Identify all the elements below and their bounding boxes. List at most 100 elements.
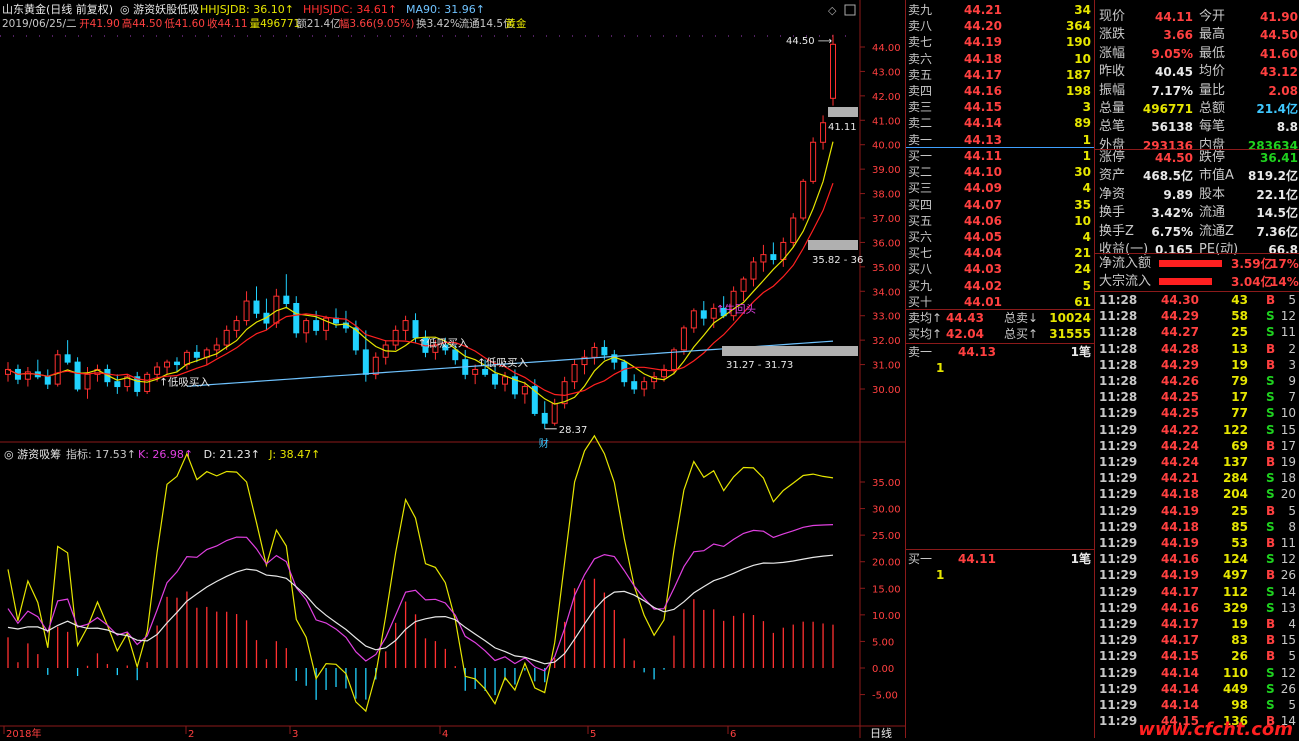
tick-row[interactable]: 11:29 44.14 449 S 26: [1095, 681, 1299, 697]
tick-row[interactable]: 11:29 44.17 83 B 15: [1095, 632, 1299, 648]
osc-axis-label: 30.00: [872, 505, 901, 516]
bid-row[interactable]: 买九 44.02 5: [906, 278, 1095, 294]
chart-title: 山东黄金(日线 前复权): [2, 2, 113, 16]
tick-row[interactable]: 11:28 44.30 43 B 5: [1095, 292, 1299, 308]
ask-row[interactable]: 卖四 44.16 198: [906, 83, 1095, 99]
tick-price: 44.26: [1161, 374, 1199, 388]
tick-time: 11:29: [1099, 649, 1138, 664]
tick-volume: 122: [1222, 422, 1248, 437]
bid-volume: 5: [1082, 278, 1091, 293]
bid1-detail-label: 买一: [908, 552, 933, 566]
tick-row[interactable]: 11:29 44.25 77 S 10: [1095, 405, 1299, 421]
tick-time: 11:29: [1099, 617, 1138, 631]
tick-row[interactable]: 11:29 44.19 25 B 5: [1095, 503, 1299, 519]
tick-row[interactable]: 11:28 44.28 13 B 2: [1095, 341, 1299, 357]
tick-row[interactable]: 11:28 44.27 25 S 11: [1095, 324, 1299, 340]
tick-row[interactable]: 11:29 44.22 122 S 15: [1095, 422, 1299, 438]
tick-row[interactable]: 11:29 44.17 19 B 4: [1095, 616, 1299, 632]
tick-row[interactable]: 11:29 44.24 137 B 19: [1095, 454, 1299, 470]
ask1-detail-row: 卖一 44.13 1笔: [906, 344, 1095, 360]
stat-key: 最高: [1199, 27, 1226, 43]
tick-count: 15: [1280, 422, 1296, 437]
ask-row[interactable]: 卖九 44.21 34: [906, 2, 1095, 18]
candle-body: [521, 386, 528, 395]
bid-row[interactable]: 买二 44.10 30: [906, 164, 1095, 180]
ask1-detail-price: 44.13: [958, 345, 996, 359]
tick-volume: 53: [1231, 536, 1248, 550]
flow-pct: 17%: [1270, 257, 1299, 271]
bid-row[interactable]: 买六 44.05 4: [906, 229, 1095, 245]
tick-row[interactable]: 11:29 44.16 124 S 12: [1095, 551, 1299, 567]
kline-chart-area[interactable]: 山东黄金(日线 前复权) ◎ 游资妖股低吸 HHJSJDB: 36.10↑ HHJSJ…: [0, 0, 905, 740]
candle-body: [243, 300, 250, 322]
tick-price: 44.19: [1161, 503, 1199, 518]
tick-count: 12: [1280, 665, 1296, 680]
time-axis-label: 2: [188, 729, 194, 738]
stat-row: 振幅 7.17% 量比 2.08: [1095, 82, 1299, 100]
tick-row[interactable]: 11:29 44.19 53 B 11: [1095, 535, 1299, 551]
candle-body: [213, 344, 220, 351]
stat-value: 7.36亿: [1256, 224, 1298, 239]
candle-body: [492, 373, 499, 385]
candle-body: [193, 351, 200, 358]
bid-volume: 4: [1082, 230, 1091, 244]
ask-price: 44.21: [964, 3, 1002, 17]
stat-key: 今开: [1199, 9, 1226, 24]
bid-row[interactable]: 买七 44.04 21: [906, 245, 1095, 261]
bid-row[interactable]: 买一 44.11 1: [906, 148, 1095, 164]
tick-row[interactable]: 11:29 44.14 110 S 12: [1095, 665, 1299, 681]
tick-row[interactable]: 11:29 44.16 329 S 13: [1095, 600, 1299, 616]
ask-row[interactable]: 卖八 44.20 364: [906, 18, 1095, 34]
info-item-10: 黄金: [505, 17, 526, 30]
tick-row[interactable]: 11:29 44.18 204 S 20: [1095, 486, 1299, 502]
tick-price: 44.17: [1161, 584, 1199, 599]
flow-row: 净流入额 3.59亿 17%: [1095, 255, 1299, 273]
price-axis-label: 37.00: [872, 214, 901, 225]
ask-row[interactable]: 卖三 44.15 3: [906, 99, 1095, 115]
bid-row[interactable]: 买三 44.09 4: [906, 180, 1095, 196]
ask-row[interactable]: 卖五 44.17 187: [906, 67, 1095, 83]
stats-divider: [1095, 149, 1299, 150]
tick-row[interactable]: 11:28 44.29 19 B 3: [1095, 357, 1299, 373]
tick-row[interactable]: 11:29 44.14 98 S 5: [1095, 697, 1299, 713]
tick-row[interactable]: 11:28 44.26 79 S 9: [1095, 373, 1299, 389]
tick-price: 44.17: [1161, 617, 1199, 631]
ask-row[interactable]: 卖六 44.18 10: [906, 51, 1095, 67]
tick-row[interactable]: 11:29 44.15 26 B 5: [1095, 648, 1299, 664]
bid-row[interactable]: 买八 44.03 24: [906, 261, 1095, 277]
bid-row[interactable]: 买五 44.06 10: [906, 213, 1095, 229]
bid-label: 买一: [908, 149, 933, 163]
tick-side: S: [1266, 600, 1275, 615]
tick-volume: 98: [1231, 698, 1248, 712]
info-item-0: 2019/06/25/二: [2, 18, 77, 30]
tick-time: 11:28: [1099, 325, 1138, 340]
tick-row[interactable]: 11:29 44.24 69 B 17: [1095, 438, 1299, 454]
stat-key: 涨停: [1099, 150, 1126, 165]
tick-row[interactable]: 11:29 44.17 112 S 14: [1095, 584, 1299, 600]
bid-row[interactable]: 买十 44.01 61: [906, 294, 1095, 310]
kline-chart-svg[interactable]: 山东黄金(日线 前复权) ◎ 游资妖股低吸 HHJSJDB: 36.10↑ HHJSJ…: [0, 0, 905, 740]
tick-row[interactable]: 11:28 44.29 58 S 12: [1095, 308, 1299, 324]
tick-row[interactable]: 11:28 44.25 17 S 7: [1095, 389, 1299, 405]
tick-price: 44.29: [1161, 309, 1199, 324]
tick-row[interactable]: 11:29 44.21 284 S 18: [1095, 470, 1299, 486]
tick-price: 44.25: [1161, 390, 1199, 405]
bid-row[interactable]: 买四 44.07 35: [906, 197, 1095, 213]
info-item-6: 额21.4亿: [296, 17, 340, 30]
tick-row[interactable]: 11:29 44.19 497 B 26: [1095, 567, 1299, 583]
ask-row[interactable]: 卖七 44.19 190: [906, 34, 1095, 50]
bid-price: 44.10: [964, 165, 1002, 180]
candle-body: [372, 356, 379, 375]
tick-side: S: [1266, 390, 1275, 405]
time-axis-label: 4: [442, 729, 448, 738]
candle-body: [631, 381, 638, 390]
tick-row[interactable]: 11:29 44.18 85 S 8: [1095, 519, 1299, 535]
ask-row[interactable]: 卖二 44.14 89: [906, 115, 1095, 131]
tick-volume: 124: [1222, 552, 1248, 567]
stat-value: 819.2亿: [1248, 169, 1298, 184]
tick-price: 44.29: [1161, 357, 1199, 372]
candle-body: [154, 366, 161, 375]
stat-value: 3.66: [1163, 28, 1193, 43]
ask-row[interactable]: 卖一 44.13 1: [906, 132, 1095, 148]
stat-value: 22.1亿: [1256, 187, 1298, 202]
